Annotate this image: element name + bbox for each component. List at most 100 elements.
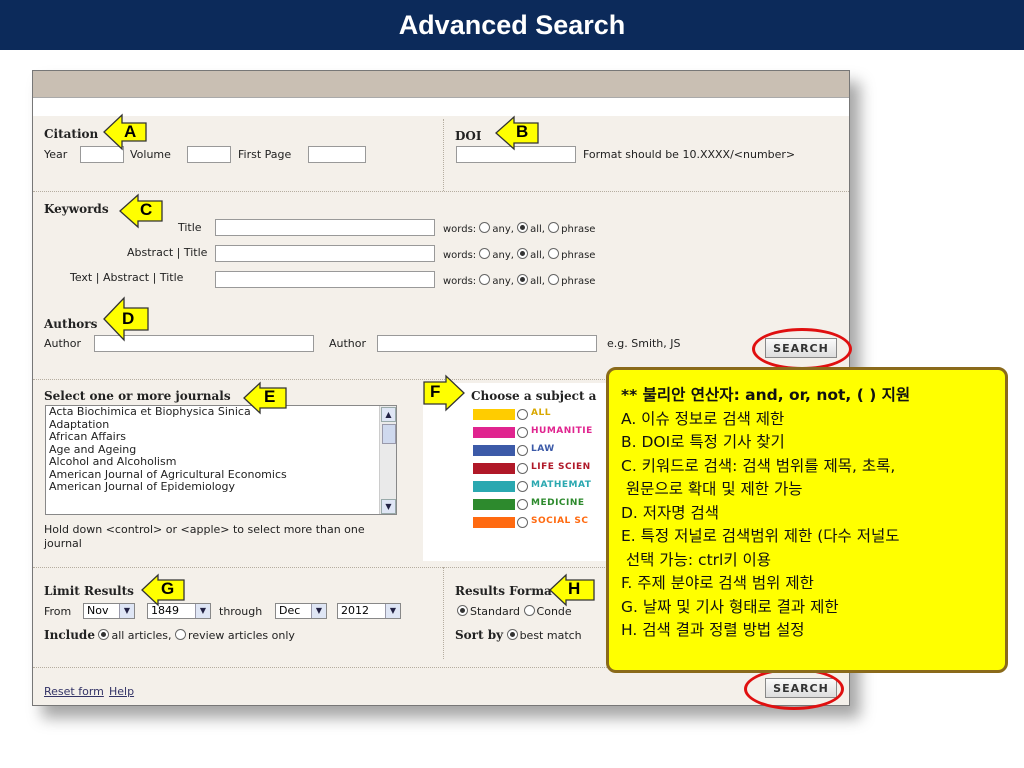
subject-radio[interactable] <box>517 499 528 510</box>
search-highlight-oval-top <box>752 328 852 370</box>
first-page-input[interactable] <box>308 146 366 163</box>
radio-condensed[interactable] <box>523 605 535 616</box>
chevron-down-icon: ▼ <box>195 604 210 618</box>
doi-title: DOI <box>455 129 482 143</box>
journal-list[interactable]: Acta Biochimica et Biophysica Sinica Ada… <box>45 405 397 515</box>
subject-color-bar <box>473 463 515 474</box>
to-year-select[interactable]: 2012 ▼ <box>337 603 401 619</box>
scroll-thumb[interactable] <box>382 424 396 444</box>
subject-title: Choose a subject a <box>471 389 597 403</box>
include-label: Include <box>44 628 95 642</box>
subject-color-bar <box>473 445 515 456</box>
help-link[interactable]: Help <box>109 685 134 698</box>
year-label: Year <box>44 148 68 161</box>
browser-header-bar <box>33 71 849 98</box>
author2-input[interactable] <box>377 335 597 352</box>
scroll-down-icon[interactable]: ▼ <box>381 499 396 514</box>
subject-radio[interactable] <box>517 445 528 456</box>
list-item[interactable]: Alcohol and Alcoholism <box>46 455 396 469</box>
through-label: through <box>219 605 263 618</box>
volume-input[interactable] <box>187 146 231 163</box>
citation-title: Citation <box>44 127 99 141</box>
author-example: e.g. Smith, JS <box>607 337 681 350</box>
subject-radio[interactable] <box>517 481 528 492</box>
explanation-note: ** 불리안 연산자: and, or, not, ( ) 지원 A. 이슈 정… <box>606 367 1008 673</box>
author2-label: Author <box>329 337 367 350</box>
journal-scrollbar[interactable]: ▲ ▼ <box>379 406 396 514</box>
keyword-abstract-input[interactable] <box>215 245 435 262</box>
results-format-title: Results Forma <box>455 584 552 598</box>
callout-b-label: B <box>516 122 529 141</box>
callout-a-label: A <box>124 122 137 141</box>
note-line: 원문으로 확대 및 제한 가능 <box>621 480 803 498</box>
list-item[interactable]: American Journal of Epidemiology <box>46 480 396 494</box>
include-row: Include all articles, review articles on… <box>44 628 295 642</box>
keyword-text-input[interactable] <box>215 271 435 288</box>
note-line: F. 주제 분야로 검색 범위 제한 <box>621 574 814 592</box>
subject-color-bar <box>473 427 515 438</box>
subject-radio[interactable] <box>517 409 528 420</box>
subject-color-bar <box>473 481 515 492</box>
radio-any[interactable] <box>479 222 491 233</box>
note-line: A. 이슈 정보로 검색 제한 <box>621 409 785 428</box>
from-month-select[interactable]: Nov ▼ <box>83 603 135 619</box>
to-month-select[interactable]: Dec ▼ <box>275 603 327 619</box>
radio-any[interactable] <box>479 274 491 285</box>
reset-form-link[interactable]: Reset form <box>44 685 104 698</box>
keyword-abstract-label: Abstract | Title <box>127 246 208 259</box>
radio-all-articles[interactable] <box>98 629 110 640</box>
sort-label: Sort by <box>455 628 504 642</box>
subject-radio[interactable] <box>517 427 528 438</box>
limit-title: Limit Results <box>44 584 134 598</box>
radio-all[interactable] <box>517 248 529 259</box>
keyword-title-label: Title <box>178 221 202 234</box>
note-line: 선택 가능: ctrl키 이용 <box>621 550 772 569</box>
keyword-title-input[interactable] <box>215 219 435 236</box>
callout-c-label: C <box>140 200 153 219</box>
page-title: Advanced Search <box>0 0 1024 50</box>
search-highlight-oval-bottom <box>744 668 844 710</box>
radio-all[interactable] <box>517 222 529 233</box>
note-line: H. 검색 결과 정렬 방법 설정 <box>621 621 805 639</box>
scroll-up-icon[interactable]: ▲ <box>381 407 396 422</box>
journals-hint-1: Hold down <control> or <apple> to select… <box>44 523 365 536</box>
callout-d-label: D <box>122 309 135 328</box>
note-line: D. 저자명 검색 <box>621 503 720 522</box>
radio-best-match[interactable] <box>506 629 518 640</box>
subject-radio[interactable] <box>517 517 528 528</box>
radio-phrase[interactable] <box>548 248 560 259</box>
subject-radio[interactable] <box>517 463 528 474</box>
radio-standard[interactable] <box>457 605 468 616</box>
list-item[interactable]: African Affairs <box>46 430 396 444</box>
chevron-down-icon: ▼ <box>385 604 400 618</box>
keyword-abstract-words: words: any, all, phrase <box>443 248 596 261</box>
chevron-down-icon: ▼ <box>311 604 326 618</box>
note-line: G. 날짜 및 기사 형태로 결과 제한 <box>621 597 839 616</box>
keywords-title: Keywords <box>44 202 109 216</box>
subject-color-bar <box>473 499 515 510</box>
radio-phrase[interactable] <box>548 274 560 285</box>
callout-h-label: H <box>568 579 581 598</box>
subject-color-bar <box>473 409 515 420</box>
chevron-down-icon: ▼ <box>119 604 134 618</box>
callout-e-label: E <box>264 387 276 406</box>
radio-all[interactable] <box>517 274 529 285</box>
keyword-title-words: words: any, all, phrase <box>443 222 596 235</box>
authors-title: Authors <box>44 317 98 331</box>
list-item[interactable]: Acta Biochimica et Biophysica Sinica <box>46 406 396 419</box>
note-line: B. DOI로 특정 기사 찾기 <box>621 433 785 451</box>
note-heading: ** 불리안 연산자: and, or, not, ( ) 지원 <box>621 386 911 404</box>
radio-any[interactable] <box>479 248 491 259</box>
note-line: E. 특정 저널로 검색범위 제한 (다수 저널도 <box>621 527 900 545</box>
keyword-text-words: words: any, all, phrase <box>443 274 596 287</box>
radio-review-articles[interactable] <box>175 629 187 640</box>
first-page-label: First Page <box>238 148 292 161</box>
from-label: From <box>44 605 72 618</box>
callout-f-label: F <box>430 382 441 401</box>
note-line: C. 키워드로 검색: 검색 범위를 제목, 초록, <box>621 456 896 475</box>
author1-label: Author <box>44 337 82 350</box>
doi-hint: Format should be 10.XXXX/<number> <box>583 148 796 161</box>
keyword-text-label: Text | Abstract | Title <box>70 271 184 284</box>
radio-phrase[interactable] <box>548 222 560 233</box>
subject-color-bar <box>473 517 515 528</box>
